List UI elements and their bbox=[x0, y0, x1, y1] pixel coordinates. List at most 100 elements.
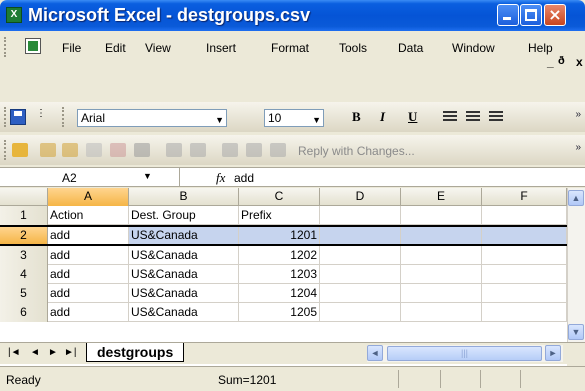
review-icon[interactable] bbox=[62, 143, 78, 157]
underline-button[interactable]: U bbox=[408, 109, 417, 125]
cell[interactable] bbox=[320, 303, 401, 322]
first-sheet-icon[interactable]: |◄ bbox=[8, 347, 21, 358]
name-box[interactable]: A2 ▼ bbox=[0, 168, 180, 186]
workbook-icon[interactable] bbox=[25, 38, 41, 54]
select-all-button[interactable] bbox=[0, 188, 48, 206]
cell[interactable]: add bbox=[48, 265, 129, 284]
align-right-icon[interactable] bbox=[489, 111, 503, 123]
menu-insert[interactable]: Insert bbox=[206, 41, 236, 55]
row-header[interactable]: 2 bbox=[0, 227, 48, 244]
cell[interactable] bbox=[401, 246, 482, 265]
cell[interactable] bbox=[401, 303, 482, 322]
align-center-icon[interactable] bbox=[466, 111, 480, 123]
workbook-close-button[interactable]: x bbox=[576, 55, 583, 69]
sheet-tab-destgroups[interactable]: destgroups bbox=[86, 343, 185, 362]
column-header-d[interactable]: D bbox=[320, 188, 401, 206]
cell[interactable]: US&Canada bbox=[129, 265, 239, 284]
cell[interactable] bbox=[401, 206, 482, 225]
menu-format[interactable]: Format bbox=[271, 41, 309, 55]
maximize-button[interactable] bbox=[520, 4, 542, 26]
column-header-a[interactable]: A bbox=[48, 188, 129, 206]
cell[interactable]: 1201 bbox=[239, 227, 320, 244]
cell[interactable]: Prefix bbox=[239, 206, 320, 225]
review-icon[interactable] bbox=[166, 143, 182, 157]
cell[interactable]: 1202 bbox=[239, 246, 320, 265]
review-icon[interactable] bbox=[110, 143, 126, 157]
review-icon[interactable] bbox=[40, 143, 56, 157]
cell[interactable]: add bbox=[48, 303, 129, 322]
menu-data[interactable]: Data bbox=[398, 41, 423, 55]
menu-help[interactable]: Help bbox=[528, 41, 553, 55]
last-sheet-icon[interactable]: ►| bbox=[64, 347, 77, 358]
cell[interactable] bbox=[482, 227, 567, 244]
scroll-right-button[interactable]: ► bbox=[545, 345, 561, 361]
vertical-scrollbar[interactable]: ▲ ▼ bbox=[567, 188, 585, 342]
cell[interactable] bbox=[482, 303, 567, 322]
scroll-down-button[interactable]: ▼ bbox=[568, 324, 584, 340]
menu-grip[interactable] bbox=[4, 37, 7, 57]
column-header-b[interactable]: B bbox=[129, 188, 239, 206]
cell[interactable]: US&Canada bbox=[129, 284, 239, 303]
title-bar[interactable]: X Microsoft Excel - destgroups.csv × bbox=[0, 0, 585, 31]
menu-tools[interactable]: Tools bbox=[339, 41, 367, 55]
column-header-e[interactable]: E bbox=[401, 188, 482, 206]
scroll-up-button[interactable]: ▲ bbox=[568, 190, 584, 206]
cell[interactable] bbox=[401, 227, 482, 244]
cell[interactable]: Dest. Group bbox=[129, 206, 239, 225]
cell-active[interactable]: add bbox=[48, 227, 129, 244]
cell[interactable] bbox=[482, 265, 567, 284]
row-header[interactable]: 5 bbox=[0, 284, 48, 303]
horizontal-scrollbar[interactable]: ◄ ||| ► bbox=[367, 345, 563, 362]
insert-function-icon[interactable]: fx bbox=[216, 170, 225, 186]
row-header[interactable]: 6 bbox=[0, 303, 48, 322]
cell[interactable] bbox=[482, 246, 567, 265]
workbook-restore-button[interactable]: ð bbox=[558, 55, 565, 67]
toolbar-overflow-icon[interactable]: » bbox=[575, 109, 581, 120]
toolbar-overflow-icon[interactable]: » bbox=[575, 142, 581, 153]
toolbar-grip[interactable] bbox=[4, 140, 7, 160]
menu-view[interactable]: View bbox=[145, 41, 171, 55]
cell[interactable] bbox=[320, 246, 401, 265]
review-icon[interactable] bbox=[134, 143, 150, 157]
previous-sheet-icon[interactable]: ◄ bbox=[30, 347, 40, 358]
cell[interactable] bbox=[320, 206, 401, 225]
cell[interactable]: 1203 bbox=[239, 265, 320, 284]
review-icon[interactable] bbox=[222, 143, 238, 157]
cell[interactable] bbox=[320, 284, 401, 303]
bold-button[interactable]: B bbox=[352, 109, 361, 125]
folder-icon[interactable] bbox=[12, 143, 28, 157]
scroll-left-button[interactable]: ◄ bbox=[367, 345, 383, 361]
cell[interactable]: add bbox=[48, 284, 129, 303]
mail-icon[interactable] bbox=[86, 143, 102, 157]
cell[interactable]: US&Canada bbox=[129, 227, 239, 244]
workbook-minimize-button[interactable]: _ bbox=[547, 55, 554, 69]
save-icon[interactable] bbox=[10, 109, 26, 125]
toolbar-grip[interactable] bbox=[4, 107, 7, 127]
cell[interactable] bbox=[401, 265, 482, 284]
next-sheet-icon[interactable]: ► bbox=[48, 347, 58, 358]
reply-with-changes-button[interactable]: Reply with Changes... bbox=[298, 144, 415, 158]
menu-window[interactable]: Window bbox=[452, 41, 495, 55]
close-button[interactable]: × bbox=[544, 4, 566, 26]
row-header[interactable]: 3 bbox=[0, 246, 48, 265]
cell[interactable]: Action bbox=[48, 206, 129, 225]
menu-edit[interactable]: Edit bbox=[105, 41, 126, 55]
font-size-select[interactable]: 10 ▼ bbox=[264, 109, 324, 127]
column-header-f[interactable]: F bbox=[482, 188, 567, 206]
italic-button[interactable]: I bbox=[380, 109, 385, 125]
font-name-select[interactable]: Arial ▼ bbox=[77, 109, 227, 127]
review-icon[interactable] bbox=[246, 143, 262, 157]
column-header-c[interactable]: C bbox=[239, 188, 320, 206]
scroll-thumb[interactable]: ||| bbox=[387, 346, 542, 361]
cell[interactable] bbox=[401, 284, 482, 303]
review-icon[interactable] bbox=[270, 143, 286, 157]
cell[interactable] bbox=[482, 206, 567, 225]
align-left-icon[interactable] bbox=[443, 111, 457, 123]
cell[interactable] bbox=[320, 265, 401, 284]
cell[interactable]: add bbox=[48, 246, 129, 265]
row-header[interactable]: 4 bbox=[0, 265, 48, 284]
cell[interactable]: 1204 bbox=[239, 284, 320, 303]
minimize-button[interactable] bbox=[497, 4, 519, 26]
cell[interactable]: 1205 bbox=[239, 303, 320, 322]
cell[interactable]: US&Canada bbox=[129, 246, 239, 265]
